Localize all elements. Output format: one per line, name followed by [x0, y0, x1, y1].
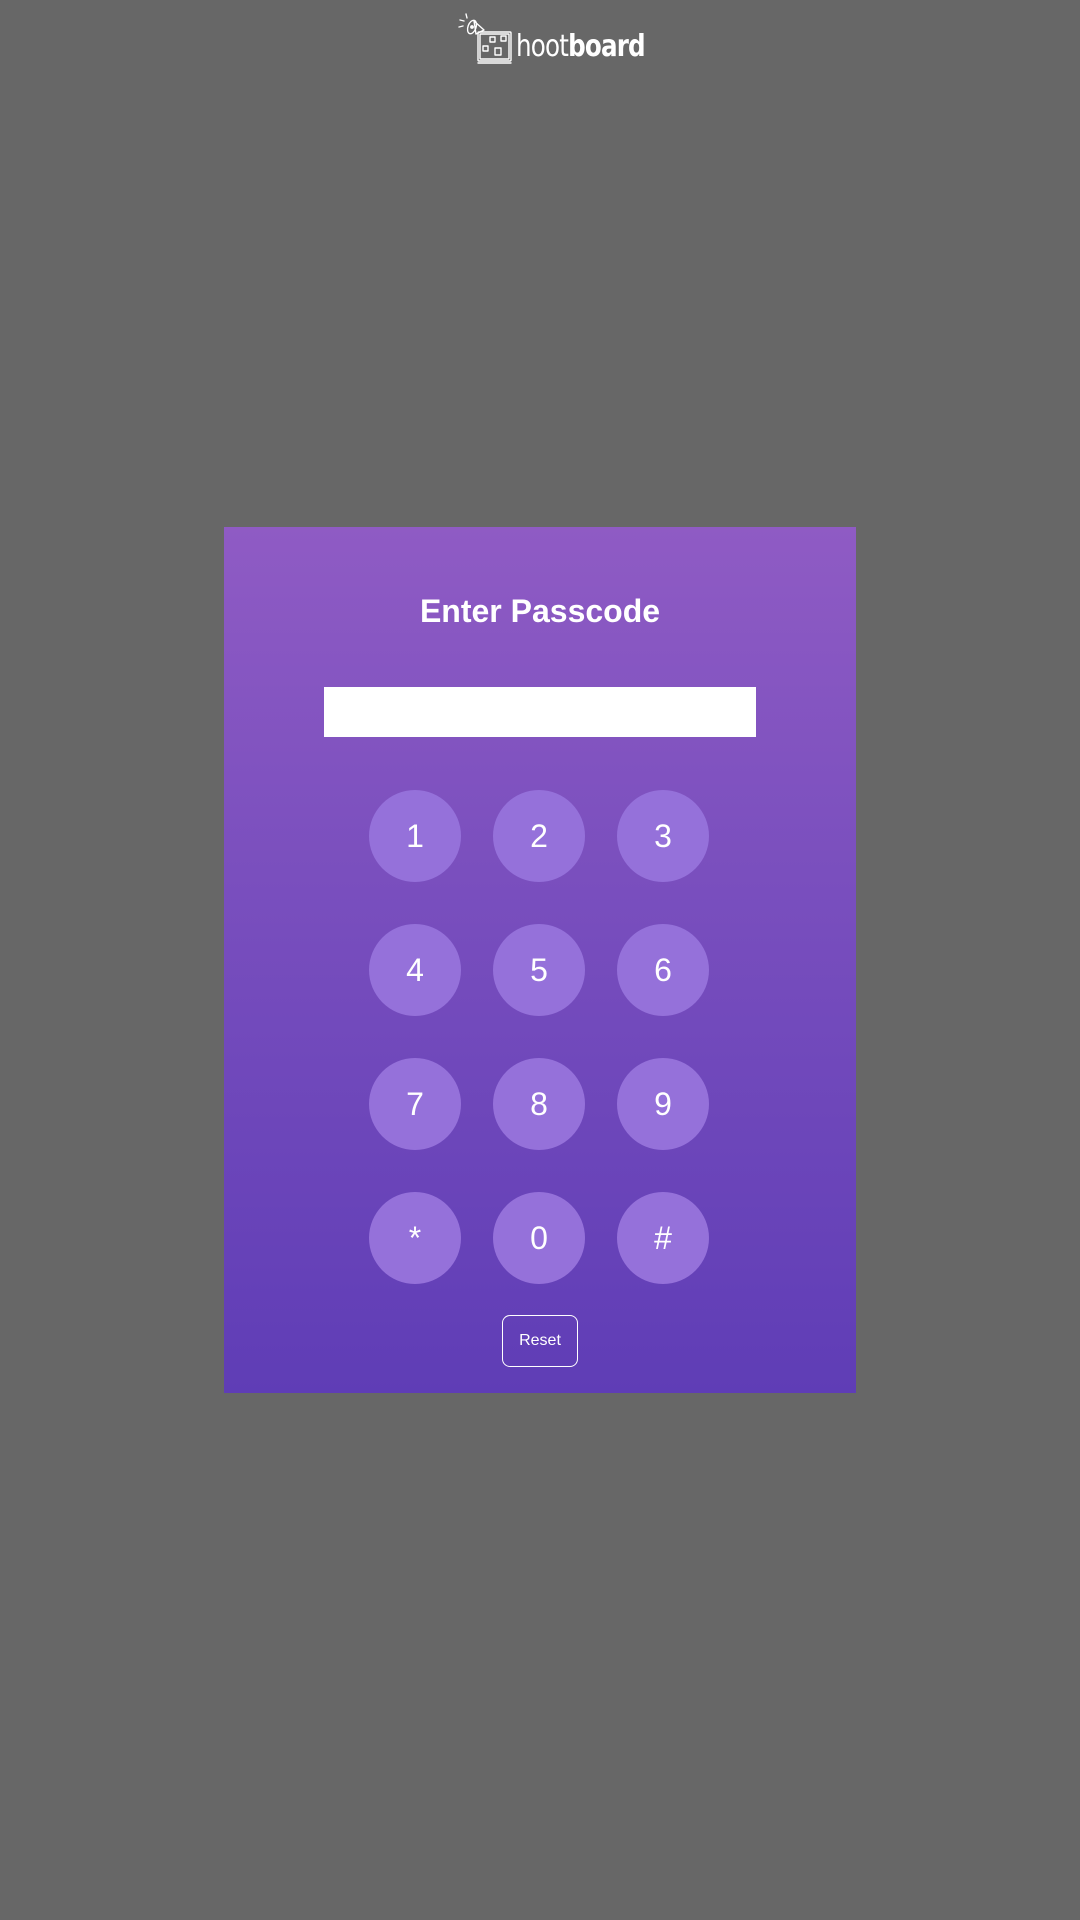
passcode-title: Enter Passcode — [419, 593, 661, 629]
keypad-key-4[interactable]: 4 — [369, 924, 461, 1016]
passcode-input[interactable] — [324, 687, 756, 737]
passcode-page: hootboard Enter Passcode 1 2 3 4 5 6 7 8… — [0, 0, 1080, 1920]
keypad-key-star[interactable]: * — [369, 1192, 461, 1284]
hootboard-logo-icon — [458, 13, 512, 64]
reset-button[interactable]: Reset — [502, 1315, 578, 1367]
keypad-key-5[interactable]: 5 — [493, 924, 585, 1016]
keypad-key-9[interactable]: 9 — [617, 1058, 709, 1150]
logo-text-board: board — [568, 29, 646, 64]
keypad-key-8[interactable]: 8 — [493, 1058, 585, 1150]
keypad-key-hash[interactable]: # — [617, 1192, 709, 1284]
keypad-key-0[interactable]: 0 — [493, 1192, 585, 1284]
keypad-key-6[interactable]: 6 — [617, 924, 709, 1016]
keypad-key-2[interactable]: 2 — [493, 790, 585, 882]
keypad-key-7[interactable]: 7 — [369, 1058, 461, 1150]
hootboard-wordmark: hootboard — [516, 29, 646, 64]
passcode-panel: Enter Passcode 1 2 3 4 5 6 7 8 9 * 0 # R… — [224, 527, 856, 1393]
keypad-key-1[interactable]: 1 — [369, 790, 461, 882]
logo-text-hoot: hoot — [516, 29, 569, 64]
keypad-key-3[interactable]: 3 — [617, 790, 709, 882]
hootboard-logo: hootboard — [458, 12, 673, 66]
keypad: 1 2 3 4 5 6 7 8 9 * 0 # — [369, 790, 711, 1284]
